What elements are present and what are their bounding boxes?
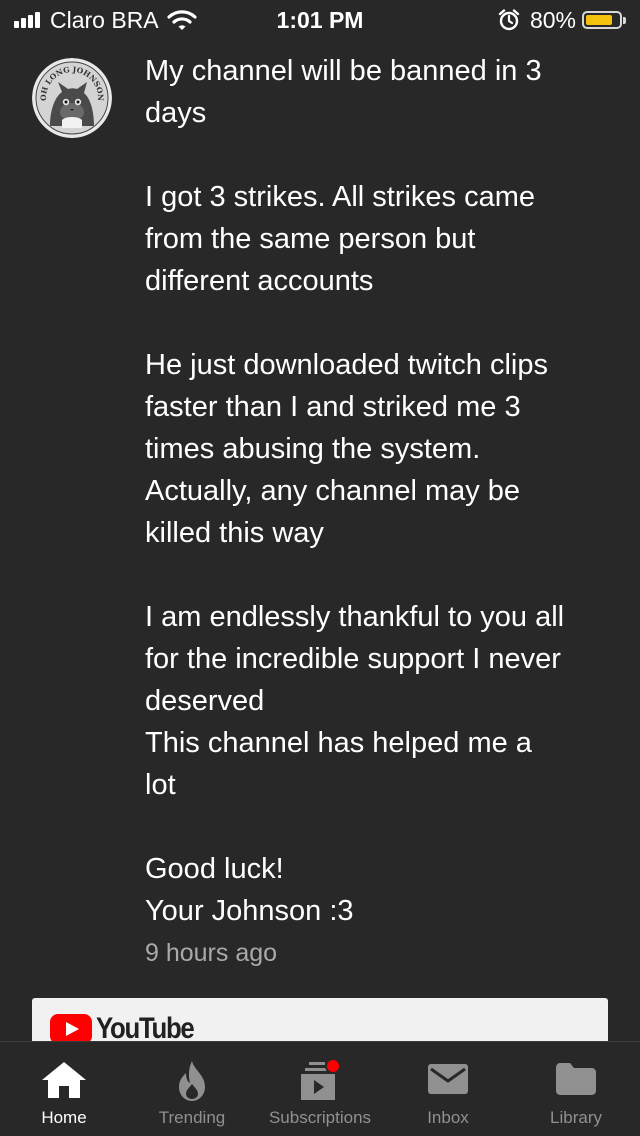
battery-cap [623,16,626,24]
folder-icon [555,1060,597,1096]
post-timestamp: 9 hours ago [145,939,278,967]
mail-icon [427,1060,469,1096]
home-icon [40,1060,88,1100]
post-text: My channel will be banned in 3 days I go… [145,55,565,927]
nav-label-trending: Trending [158,1108,226,1127]
flame-icon [174,1060,210,1102]
battery-icon [582,11,622,29]
battery-percent: 80% [529,6,576,33]
community-post: My channel will be banned in 3 days I go… [145,50,620,970]
status-bar: Claro BRA 1:01 PM 80% [0,0,640,40]
youtube-play-icon [50,1014,92,1044]
nav-label-library: Library [550,1108,602,1127]
nav-item-home[interactable]: Home [0,1042,128,1136]
bottom-nav: Home Trending Subscriptions Inbox Librar… [0,1041,640,1136]
battery-level [586,15,612,25]
nav-item-inbox[interactable]: Inbox [384,1042,512,1136]
nav-label-home: Home [41,1108,87,1127]
nav-item-library[interactable]: Library [512,1042,640,1136]
screen: Claro BRA 1:01 PM 80% OH LONG JOHNSON My… [0,0,640,1136]
alarm-icon [498,9,520,31]
nav-item-trending[interactable]: Trending [128,1042,256,1136]
nav-label-subscriptions: Subscriptions [268,1108,372,1127]
subscriptions-icon [297,1060,343,1102]
nav-item-subscriptions[interactable]: Subscriptions [256,1042,384,1136]
status-right: 80% [498,6,626,34]
nav-label-inbox: Inbox [427,1108,469,1127]
channel-avatar[interactable]: OH LONG JOHNSON [32,58,112,138]
notification-dot [325,1060,341,1074]
